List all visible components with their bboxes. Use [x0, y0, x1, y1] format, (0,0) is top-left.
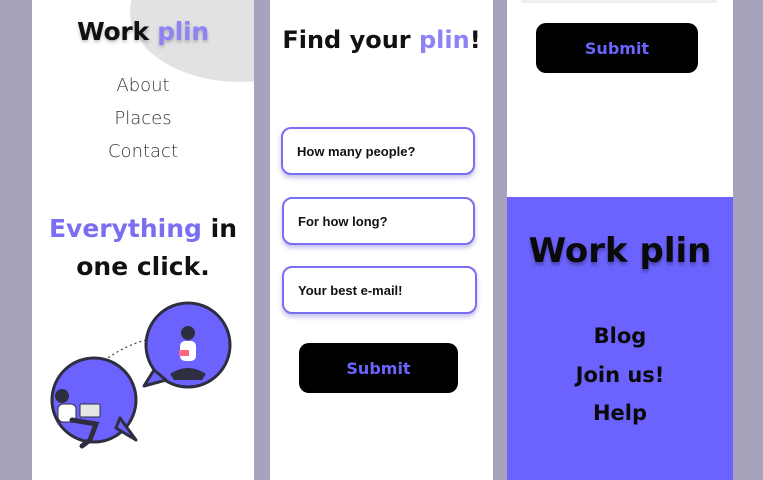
brand-word-work: Work — [77, 17, 149, 46]
hero-text-one-click: one click. — [76, 252, 210, 281]
divider — [521, 0, 717, 3]
people-count-field[interactable]: How many people? — [281, 127, 475, 175]
nav-link-about[interactable]: About — [32, 69, 254, 102]
footer-link-blog[interactable]: Blog — [507, 317, 733, 356]
main-nav: About Places Contact — [32, 69, 254, 168]
duration-field[interactable]: For how long? — [282, 197, 475, 245]
form-title-prefix: Find your — [282, 26, 411, 54]
footer-link-join-us[interactable]: Join us! — [507, 356, 733, 395]
brand-word-plin: plin — [157, 17, 209, 46]
hero-accent-word: Everything — [48, 214, 202, 243]
site-footer: Work plin Blog Join us! Help — [507, 197, 733, 480]
submit-button[interactable]: Submit — [299, 343, 458, 393]
home-panel: Work plin About Places Contact Everythin… — [32, 0, 254, 480]
hero-heading: Everything in one click. — [32, 210, 254, 286]
form-title: Find your plin! — [270, 26, 493, 54]
footer-brand: Work plin — [528, 231, 712, 271]
submit-button-top[interactable]: Submit — [536, 23, 698, 73]
search-form-panel: Find your plin! How many people? For how… — [270, 0, 493, 480]
hero-text-in: in — [210, 214, 238, 243]
form-title-accent: plin — [418, 26, 470, 54]
footer-links: Blog Join us! Help — [507, 317, 733, 433]
email-field[interactable]: Your best e-mail! — [282, 266, 477, 314]
nav-link-contact[interactable]: Contact — [32, 135, 254, 168]
chat-bubbles-people-illustration — [50, 301, 232, 449]
footer-link-help[interactable]: Help — [507, 394, 733, 433]
form-title-suffix: ! — [469, 26, 481, 54]
nav-link-places[interactable]: Places — [32, 102, 254, 135]
footer-panel: Submit Work plin Blog Join us! Help — [507, 0, 733, 480]
brand-logo[interactable]: Work plin — [32, 17, 254, 46]
